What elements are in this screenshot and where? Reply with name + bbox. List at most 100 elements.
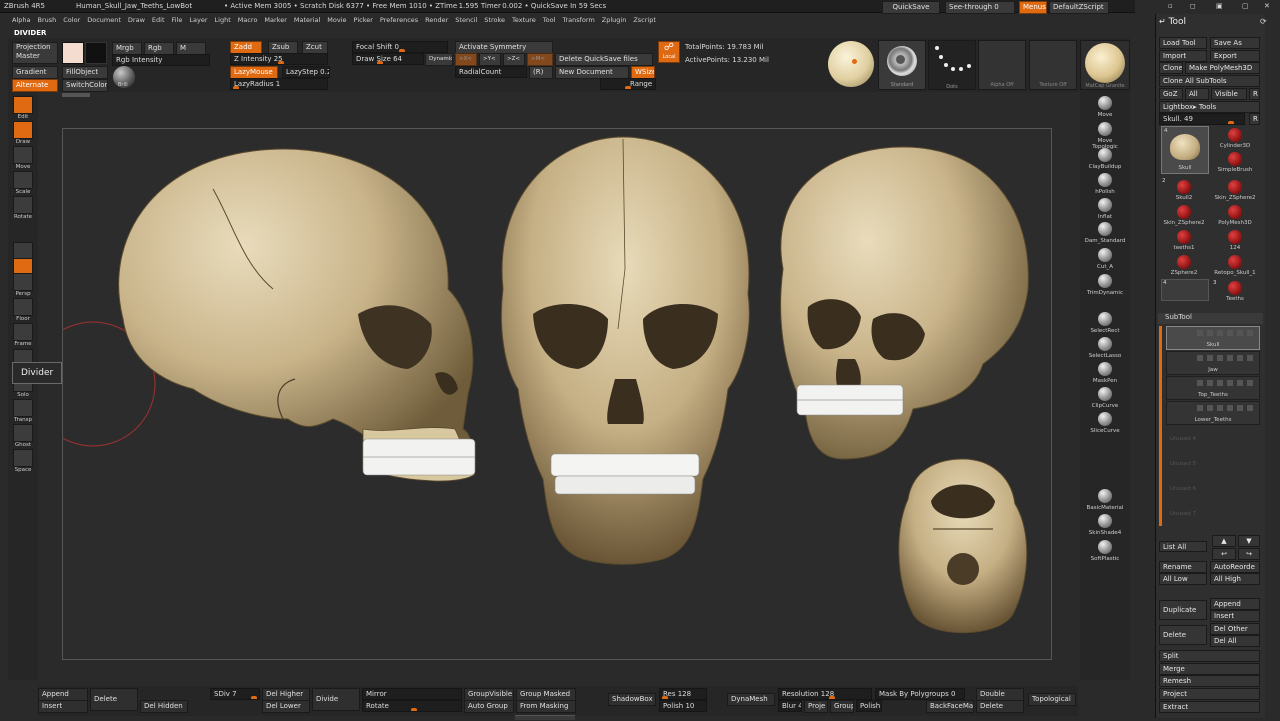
move-up-left-button[interactable]: ↩: [1212, 548, 1236, 560]
main-color-swatch[interactable]: [62, 42, 84, 64]
menu-layer[interactable]: Layer: [189, 16, 207, 24]
shelf-brush-clipcurve[interactable]: ClipCurve: [1084, 387, 1126, 409]
backface-delete-button[interactable]: Delete: [976, 700, 1024, 713]
current-tool-preview[interactable]: 4 Skull: [1161, 126, 1209, 174]
layout-icon[interactable]: ▣: [1216, 2, 1223, 10]
tool-item[interactable]: Cylinder3D: [1211, 128, 1259, 149]
menu-file[interactable]: File: [172, 16, 183, 24]
menu-marker[interactable]: Marker: [264, 16, 286, 24]
tool-item[interactable]: Teeths: [1211, 281, 1259, 302]
shelf-brush-movetopologic[interactable]: Move Topologic: [1084, 122, 1126, 150]
del-other-button[interactable]: Del Other: [1210, 623, 1260, 635]
subtool-toggle-icons[interactable]: [1197, 405, 1257, 411]
shelf-brush-trimdynamic[interactable]: TrimDynamic: [1084, 274, 1126, 296]
menu-macro[interactable]: Macro: [238, 16, 258, 24]
save-as-button[interactable]: Save As: [1210, 37, 1260, 49]
subtool-scrollbar[interactable]: [1159, 326, 1162, 526]
make-polymesh-button[interactable]: Make PolyMesh3D: [1185, 62, 1260, 74]
subtool-item[interactable]: Jaw: [1166, 351, 1260, 375]
shelf-scroll-bar[interactable]: [62, 93, 90, 97]
dynamesh-group-button[interactable]: Group: [830, 700, 854, 713]
draw-size-knob[interactable]: [377, 61, 383, 64]
shelf-brush-slicecurve[interactable]: SliceCurve: [1084, 412, 1126, 434]
delete-subtool-button[interactable]: Delete: [1159, 625, 1207, 645]
insert-subtool-button[interactable]: Insert: [1210, 610, 1260, 622]
goz-button[interactable]: GoZ: [1159, 88, 1183, 100]
menu-draw[interactable]: Draw: [128, 16, 145, 24]
dynamesh-polish-slider[interactable]: Polish: [856, 700, 882, 712]
menu-stencil[interactable]: Stencil: [455, 16, 477, 24]
symmetry-y-button[interactable]: >Y<: [479, 53, 501, 66]
clone-all-subtools-button[interactable]: Clone All SubTools: [1159, 75, 1260, 87]
sdiv-knob[interactable]: [251, 696, 257, 699]
mask-by-polygroups-slider[interactable]: Mask By Polygroups 0: [875, 688, 965, 700]
goz-visible-button[interactable]: Visible: [1211, 88, 1247, 100]
see-through-slider[interactable]: See-through 0: [945, 1, 1015, 14]
subtool-item[interactable]: Lower_Teeths: [1166, 401, 1260, 425]
import-button[interactable]: Import: [1159, 50, 1207, 62]
all-low-button[interactable]: All Low: [1159, 573, 1207, 585]
lazy-radius-knob[interactable]: [233, 86, 239, 89]
auto-reorder-button[interactable]: AutoReorde: [1210, 561, 1260, 573]
projection-master-button[interactable]: Projection Master: [12, 42, 58, 64]
subtool-toggle-icons[interactable]: [1197, 330, 1257, 336]
rgb-intensity-slider[interactable]: Rgb Intensity: [112, 54, 210, 66]
left-tool-scale[interactable]: Scale: [11, 171, 35, 195]
symmetry-m-button[interactable]: >M<: [527, 53, 553, 66]
shadowbox-polish-slider[interactable]: Polish 10: [659, 700, 707, 712]
left-tool-edit[interactable]: Edit: [11, 96, 35, 120]
shelf-brush-softplastic[interactable]: SoftPlastic: [1084, 540, 1126, 562]
fill-object-button[interactable]: FillObject: [62, 66, 108, 79]
blur-slider[interactable]: Blur 4: [778, 700, 802, 712]
shadowbox-button[interactable]: ShadowBox: [608, 693, 656, 706]
shelf-brush-claybuildup[interactable]: ClayBuildup: [1084, 148, 1126, 170]
material-thumb[interactable]: MatCap Granite: [1080, 40, 1130, 90]
menu-tool[interactable]: Tool: [543, 16, 556, 24]
remesh-button[interactable]: Remesh: [1159, 675, 1260, 687]
delete-quicksave-button[interactable]: Delete QuickSave files: [555, 53, 653, 66]
z-intensity-knob[interactable]: [278, 61, 284, 64]
focal-shift-slider[interactable]: Focal Shift 0: [352, 41, 448, 53]
rotate-slider[interactable]: Rotate: [362, 700, 462, 712]
radial-r-button[interactable]: (R): [529, 66, 553, 79]
goz-all-button[interactable]: All: [1185, 88, 1209, 100]
local-button[interactable]: ☍ Local: [658, 41, 680, 63]
range-knob[interactable]: [625, 86, 631, 89]
menu-zplugin[interactable]: Zplugin: [602, 16, 627, 24]
left-tool-ghost[interactable]: Ghost: [11, 424, 35, 448]
backface-mask-button[interactable]: BackFaceMa: [926, 700, 974, 713]
resolution-slider[interactable]: Resolution 128: [778, 688, 872, 700]
left-tool-floor[interactable]: Floor: [11, 298, 35, 322]
extract-button[interactable]: Extract: [1159, 701, 1260, 713]
close-icon[interactable]: ✕: [1264, 2, 1270, 10]
alpha-thumb[interactable]: Alpha Off: [978, 40, 1026, 90]
shelf-brush-skinshade[interactable]: SkinShade4: [1084, 514, 1126, 536]
tool-select-slider[interactable]: Skull. 49: [1159, 113, 1245, 125]
del-hidden-button[interactable]: Del Hidden: [140, 700, 188, 713]
current-tool-thumb[interactable]: [828, 41, 874, 87]
del-all-button[interactable]: Del All: [1210, 635, 1260, 647]
load-tool-button[interactable]: Load Tool: [1159, 37, 1207, 49]
menu-picker[interactable]: Picker: [354, 16, 373, 24]
menu-material[interactable]: Material: [294, 16, 320, 24]
left-tool-transp[interactable]: Transp: [11, 399, 35, 423]
subtool-item[interactable]: Top_Teeths: [1166, 376, 1260, 400]
lazy-radius-slider[interactable]: LazyRadius 1: [230, 78, 328, 90]
tool-item[interactable]: Skin_ZSphere2: [1211, 180, 1259, 201]
left-tool-draw[interactable]: Draw: [11, 121, 35, 145]
dynamesh-project-button[interactable]: Proje: [804, 700, 828, 713]
shelf-brush-hpolish[interactable]: hPolish: [1084, 173, 1126, 195]
rename-button[interactable]: Rename: [1159, 561, 1207, 573]
tool-item[interactable]: Retopo_Skull_1: [1211, 255, 1259, 276]
menu-color[interactable]: Color: [63, 16, 80, 24]
symmetry-x-button[interactable]: >X<: [455, 53, 477, 66]
merge-button[interactable]: Merge: [1159, 663, 1260, 675]
draw-size-slider[interactable]: Draw Size 64: [352, 53, 424, 65]
menu-preferences[interactable]: Preferences: [380, 16, 418, 24]
dynamesh-button[interactable]: DynaMesh: [727, 693, 775, 706]
minimize-icon[interactable]: ▫: [1168, 2, 1173, 10]
restore-icon[interactable]: ◻: [1190, 2, 1196, 10]
menu-texture[interactable]: Texture: [512, 16, 536, 24]
tool-palette-reset-icon[interactable]: ⟳: [1260, 17, 1267, 26]
insert-button[interactable]: Insert: [38, 700, 88, 713]
